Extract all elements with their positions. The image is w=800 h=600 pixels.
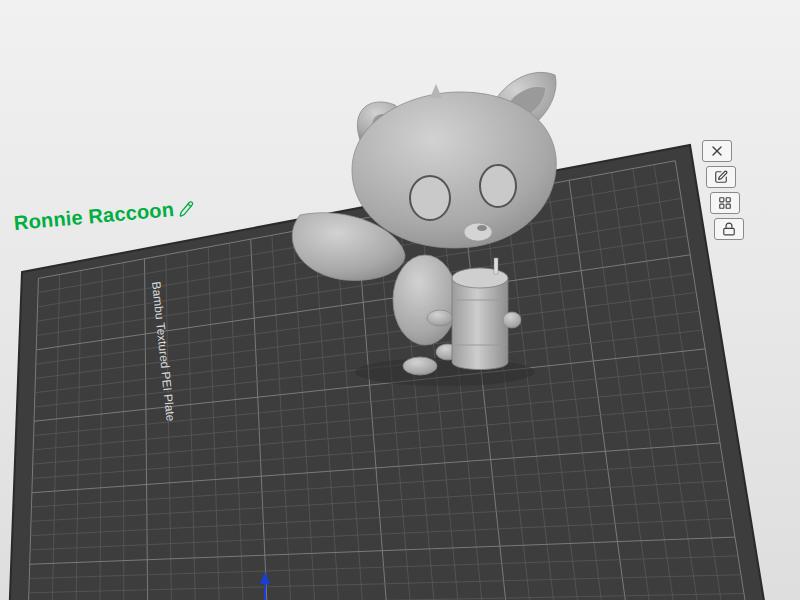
plate-settings-button[interactable] <box>710 192 740 214</box>
object-name[interactable]: Ronnie Raccoon <box>13 198 175 235</box>
lock-plate-button[interactable] <box>714 218 744 240</box>
build-plate-scene[interactable]: Bambu Textured PEI Plate <box>0 0 800 600</box>
raccoon-model[interactable] <box>292 72 556 375</box>
edit-icon <box>714 170 728 184</box>
layout-icon <box>718 196 732 210</box>
delete-plate-button[interactable] <box>702 140 732 162</box>
close-icon <box>709 143 725 159</box>
object-name-label[interactable]: Ronnie Raccoon <box>13 196 195 235</box>
lock-icon <box>722 222 736 236</box>
3d-viewport[interactable]: Bambu Textured PEI Plate Ronnie Raccoon <box>0 0 800 600</box>
arrange-button[interactable] <box>706 166 736 188</box>
edit-name-icon[interactable] <box>177 200 194 217</box>
plate-toolbar <box>702 140 744 240</box>
plate-label: Bambu Textured PEI Plate <box>149 281 178 423</box>
z-axis-icon <box>260 572 270 600</box>
